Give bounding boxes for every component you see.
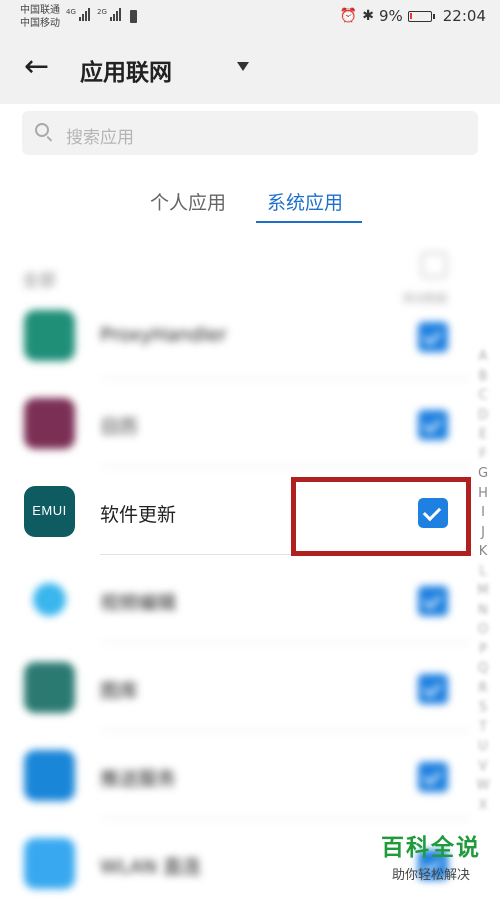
dropdown-caret-icon[interactable] — [237, 62, 249, 71]
emui-icon-text: EMUI — [32, 503, 67, 518]
index-letter[interactable]: X — [476, 796, 490, 816]
alphabet-index[interactable]: ABCDEFGHIJKLMNOPQRSTUVWX — [476, 347, 490, 815]
emui-icon: EMUI — [24, 486, 75, 537]
index-letter[interactable]: Q — [476, 659, 490, 679]
app-row-proxyhandler[interactable]: ProxyHandler — [0, 292, 470, 379]
index-letter[interactable]: G — [476, 464, 490, 484]
index-letter[interactable]: T — [476, 718, 490, 738]
gallery-icon — [24, 662, 75, 713]
row-divider — [100, 818, 470, 819]
app-row-push-service[interactable]: 推送服务 — [0, 732, 470, 819]
clock: 22:04 — [442, 7, 486, 25]
app-checkbox[interactable] — [418, 674, 448, 704]
app-checkbox[interactable] — [418, 410, 448, 440]
row-divider — [100, 466, 470, 467]
search-input[interactable]: 搜索应用 — [22, 111, 478, 155]
row-divider — [100, 642, 470, 643]
tab-system-apps[interactable]: 系统应用 — [267, 188, 343, 215]
tab-personal-apps[interactable]: 个人应用 — [150, 188, 226, 215]
status-bar: 中国联通 中国移动 4G 2G ⏰ ✱ 9% 22:04 — [0, 0, 500, 34]
sim-card-icon — [130, 10, 137, 23]
app-name: 日历 — [100, 416, 139, 438]
app-checkbox[interactable] — [418, 762, 448, 792]
row-divider — [100, 378, 470, 379]
app-name: 软件更新 — [100, 504, 177, 526]
search-placeholder: 搜索应用 — [66, 128, 134, 148]
signal-1-icon: 4G — [66, 8, 90, 21]
calendar-icon — [24, 398, 75, 449]
index-letter[interactable]: D — [476, 406, 490, 426]
row-divider — [100, 730, 470, 731]
index-letter[interactable]: I — [476, 503, 490, 523]
index-letter[interactable]: H — [476, 484, 490, 504]
signal-2-icon: 2G — [97, 8, 121, 21]
bluetooth-icon: ✱ — [362, 8, 374, 24]
index-letter[interactable]: L — [476, 562, 490, 582]
active-tab-indicator — [256, 221, 362, 223]
push-service-icon — [24, 750, 75, 801]
index-letter[interactable]: W — [476, 776, 490, 796]
carrier-1-label: 中国联通 — [20, 5, 60, 16]
app-name: 图库 — [100, 680, 139, 702]
battery-icon — [407, 10, 435, 22]
search-icon — [35, 123, 49, 137]
network-1-label: 4G — [66, 8, 76, 16]
app-name: ProxyHandler — [100, 324, 227, 346]
index-letter[interactable]: U — [476, 737, 490, 757]
status-right: ⏰ ✱ 9% 22:04 — [340, 7, 486, 25]
back-arrow-icon[interactable]: ← — [24, 52, 49, 82]
index-letter[interactable]: A — [476, 347, 490, 367]
index-letter[interactable]: P — [476, 640, 490, 660]
proxyhandler-icon — [24, 310, 75, 361]
index-letter[interactable]: J — [476, 523, 490, 543]
index-letter[interactable]: S — [476, 698, 490, 718]
index-letter[interactable]: M — [476, 581, 490, 601]
app-name: 视频编辑 — [100, 592, 177, 614]
all-apps-label: 全部 — [22, 271, 56, 291]
index-letter[interactable]: F — [476, 445, 490, 465]
video-edit-icon — [24, 574, 75, 625]
app-name: WLAN 直连 — [100, 856, 202, 878]
battery-percent: 9% — [378, 7, 403, 25]
index-letter[interactable]: N — [476, 601, 490, 621]
index-letter[interactable]: B — [476, 367, 490, 387]
network-2-label: 2G — [97, 8, 107, 16]
app-bar: ← 应用联网 — [0, 34, 500, 104]
carrier-info: 中国联通 中国移动 — [20, 4, 60, 30]
page-title: 应用联网 — [80, 60, 172, 86]
app-checkbox[interactable] — [418, 586, 448, 616]
index-letter[interactable]: V — [476, 757, 490, 777]
index-letter[interactable]: R — [476, 679, 490, 699]
highlight-annotation — [291, 477, 471, 556]
index-letter[interactable]: O — [476, 620, 490, 640]
wlan-direct-icon — [24, 838, 75, 889]
app-row-calendar[interactable]: 日历 — [0, 380, 470, 467]
index-letter[interactable]: C — [476, 386, 490, 406]
app-checkbox[interactable] — [418, 322, 448, 352]
watermark: 百科全说 助你轻松解决 — [376, 828, 486, 883]
carrier-2-label: 中国移动 — [20, 18, 60, 29]
app-row-gallery[interactable]: 图库 — [0, 644, 470, 731]
app-name: 推送服务 — [100, 768, 177, 790]
index-letter[interactable]: E — [476, 425, 490, 445]
alarm-icon: ⏰ — [339, 8, 358, 24]
watermark-subtitle: 助你轻松解决 — [391, 868, 470, 883]
app-row-video-edit[interactable]: 视频编辑 — [0, 556, 470, 643]
watermark-title: 百科全说 — [381, 835, 481, 861]
index-letter[interactable]: K — [476, 542, 490, 562]
select-all-checkbox[interactable] — [421, 252, 447, 278]
